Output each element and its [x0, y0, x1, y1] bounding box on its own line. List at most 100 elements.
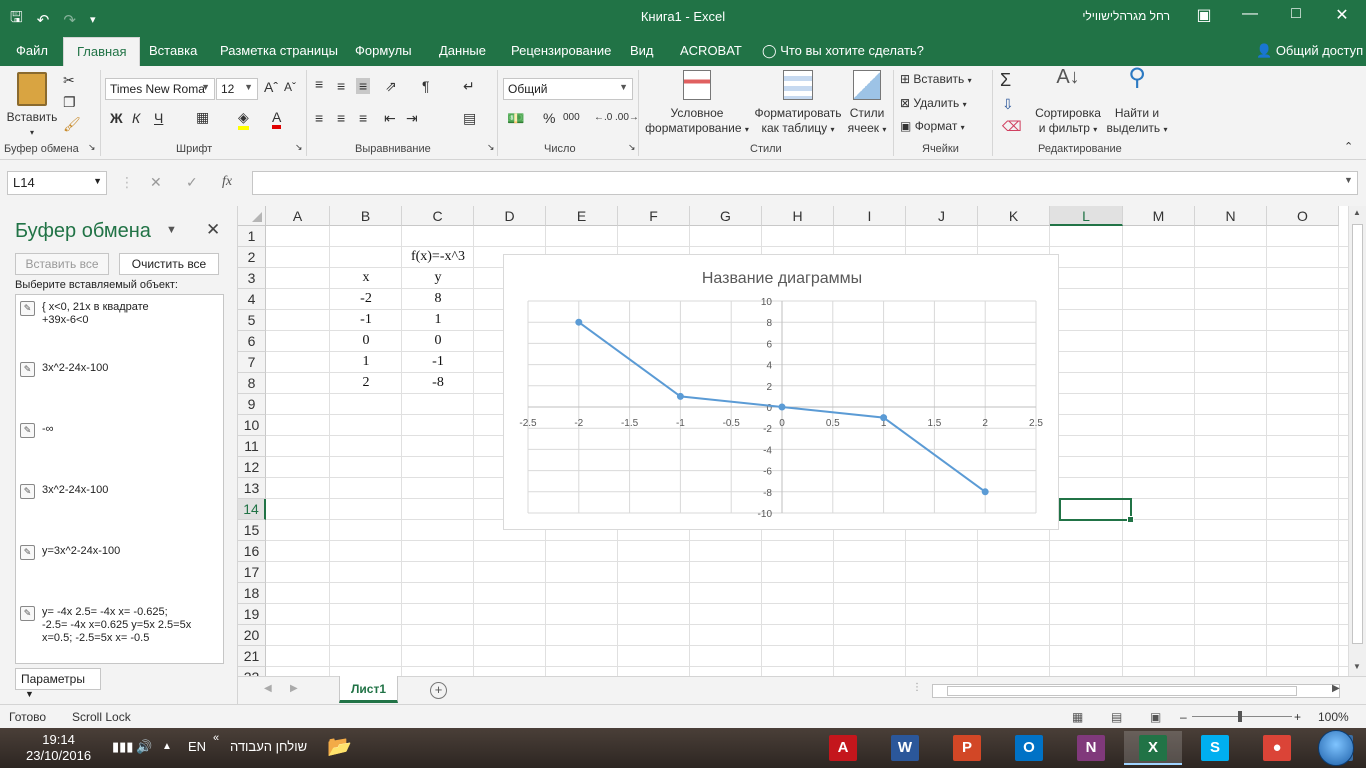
tab-insert[interactable]: Вставка: [149, 43, 197, 58]
taskbar-app-acrobat[interactable]: A: [814, 731, 872, 765]
next-sheet-icon[interactable]: ▶: [290, 683, 298, 694]
taskbar-app-outlook[interactable]: O: [1000, 731, 1058, 765]
user-name[interactable]: רחל מגרהלישווילי: [1060, 9, 1170, 23]
add-sheet-icon[interactable]: +: [430, 682, 447, 699]
paste-all-button[interactable]: Вставить все: [15, 253, 109, 275]
pane-options-icon[interactable]: ▼: [166, 224, 177, 236]
clipboard-item[interactable]: ✎ { x<0, 21x в квадрате +39x-6<0: [20, 301, 220, 327]
tab-splitter-icon[interactable]: ⋮: [912, 682, 922, 693]
thousands-icon[interactable]: 000: [563, 112, 580, 123]
cell-C2[interactable]: f(x)=-x^3: [402, 247, 474, 268]
format-as-table-button[interactable]: Форматировать как таблицу ▾: [752, 70, 844, 137]
orientation-icon[interactable]: ⇗: [385, 78, 397, 95]
taskbar-app-powerpoint[interactable]: P: [938, 731, 996, 765]
text-direction-icon[interactable]: ¶: [422, 78, 430, 94]
chart[interactable]: Название диаграммы -2.5 -2 -1.5 -1 -0.5 0 0.5 1…: [503, 254, 1059, 530]
row-header-15[interactable]: 15: [238, 520, 266, 541]
bold-button[interactable]: Ж: [110, 110, 123, 126]
name-box[interactable]: L14 ▼: [7, 171, 107, 195]
sort-filter-button[interactable]: A↓ Сортировка и фильтр ▾: [1032, 67, 1104, 137]
taskbar-app-chrome[interactable]: ●: [1248, 731, 1306, 765]
row-header-21[interactable]: 21: [238, 646, 266, 667]
start-button[interactable]: [1318, 730, 1354, 766]
row-header-4[interactable]: 4: [238, 289, 266, 310]
share-button[interactable]: 👤 Общий доступ: [1256, 43, 1363, 59]
zoom-slider[interactable]: [1192, 716, 1292, 717]
fill-color-icon[interactable]: ◈: [238, 109, 249, 130]
paste-button[interactable]: Вставить ▾: [6, 70, 58, 140]
column-header-N[interactable]: N: [1195, 206, 1267, 226]
column-header-F[interactable]: F: [618, 206, 690, 226]
dialog-launcher-icon[interactable]: ↘: [487, 142, 495, 153]
column-header-H[interactable]: H: [762, 206, 834, 226]
row-header-11[interactable]: 11: [238, 436, 266, 457]
select-all-corner[interactable]: [238, 206, 266, 226]
row-header-6[interactable]: 6: [238, 331, 266, 352]
scroll-up-icon[interactable]: ▲: [1353, 208, 1361, 217]
cell-C7[interactable]: -1: [402, 352, 474, 373]
align-top-icon[interactable]: ≡: [315, 76, 323, 92]
align-middle-icon[interactable]: ≡: [337, 78, 345, 94]
desktop-toolbar-label[interactable]: שולחן העבודה: [230, 739, 307, 754]
format-painter-icon[interactable]: 🖌: [63, 116, 81, 133]
cell-B8[interactable]: 2: [330, 373, 402, 394]
autosum-icon[interactable]: Σ: [1000, 70, 1011, 91]
sheet-tab-list1[interactable]: Лист1: [339, 676, 398, 703]
maximize-icon[interactable]: □: [1284, 5, 1308, 23]
delete-cells-button[interactable]: ⊠ Удалить ▾: [900, 96, 967, 110]
column-header-M[interactable]: M: [1123, 206, 1195, 226]
borders-icon[interactable]: ▦: [196, 109, 209, 126]
system-clock[interactable]: 19:14 23/10/2016: [26, 732, 91, 764]
worksheet-grid[interactable]: ABCDEFGHIJKLMNO 1 2 3 4 5 6 7 8 9 10 11 12 13 14 15 16 1…: [238, 206, 1348, 676]
row-header-3[interactable]: 3: [238, 268, 266, 289]
column-header-K[interactable]: K: [978, 206, 1050, 226]
dialog-launcher-icon[interactable]: ↘: [628, 142, 636, 153]
tab-formulas[interactable]: Формулы: [355, 43, 412, 58]
cell-styles-button[interactable]: Стили ячеек ▾: [845, 70, 889, 137]
cell-C3[interactable]: y: [402, 268, 474, 289]
increase-indent-icon[interactable]: ⇥: [406, 110, 418, 127]
cell-B4[interactable]: -2: [330, 289, 402, 310]
tab-data[interactable]: Данные: [439, 43, 486, 58]
row-header-22[interactable]: 22: [238, 667, 266, 676]
insert-cells-button[interactable]: ⊞ Вставить ▾: [900, 72, 972, 86]
column-header-E[interactable]: E: [546, 206, 618, 226]
clipboard-item[interactable]: ✎ -∞: [20, 423, 220, 438]
dialog-launcher-icon[interactable]: ↘: [295, 142, 303, 153]
currency-icon[interactable]: 💵: [507, 110, 524, 127]
column-header-B[interactable]: B: [330, 206, 402, 226]
row-header-2[interactable]: 2: [238, 247, 266, 268]
insert-function-icon[interactable]: fx: [222, 174, 232, 190]
page-break-view-icon[interactable]: ▣: [1150, 710, 1161, 724]
row-header-13[interactable]: 13: [238, 478, 266, 499]
row-header-16[interactable]: 16: [238, 541, 266, 562]
align-left-icon[interactable]: ≡: [315, 110, 323, 126]
close-pane-icon[interactable]: ✕: [206, 220, 220, 240]
scrollbar-thumb[interactable]: [1352, 224, 1363, 644]
collapse-ribbon-icon[interactable]: ⌃: [1344, 140, 1353, 153]
row-header-10[interactable]: 10: [238, 415, 266, 436]
cut-icon[interactable]: ✂: [63, 72, 75, 89]
dialog-launcher-icon[interactable]: ↘: [88, 142, 96, 153]
clear-all-button[interactable]: Очистить все: [119, 253, 219, 275]
minimize-icon[interactable]: —: [1238, 5, 1262, 23]
increase-decimal-icon[interactable]: ←.0: [594, 112, 612, 123]
row-header-1[interactable]: 1: [238, 226, 266, 247]
underline-button[interactable]: Ч: [154, 110, 163, 126]
horizontal-scrollbar[interactable]: [932, 684, 1340, 698]
chevrons-icon[interactable]: «: [213, 732, 219, 744]
tray-expand-icon[interactable]: ▲: [162, 741, 172, 752]
taskbar-app-onenote[interactable]: N: [1062, 731, 1120, 765]
row-header-14[interactable]: 14: [238, 499, 266, 520]
column-header-O[interactable]: O: [1267, 206, 1339, 226]
zoom-out-icon[interactable]: –: [1180, 710, 1187, 724]
row-header-20[interactable]: 20: [238, 625, 266, 646]
merge-cells-icon[interactable]: ▤: [463, 110, 476, 127]
row-header-9[interactable]: 9: [238, 394, 266, 415]
align-right-icon[interactable]: ≡: [359, 110, 367, 126]
align-bottom-icon[interactable]: ≡: [356, 78, 371, 94]
clipboard-item[interactable]: ✎ y= -4x 2.5= -4x x= -0.625; -2.5= -4x x=…: [20, 606, 220, 645]
language-indicator[interactable]: EN: [188, 739, 206, 754]
shrink-font-icon[interactable]: Aˇ: [284, 80, 296, 94]
prev-sheet-icon[interactable]: ◀: [264, 683, 272, 694]
